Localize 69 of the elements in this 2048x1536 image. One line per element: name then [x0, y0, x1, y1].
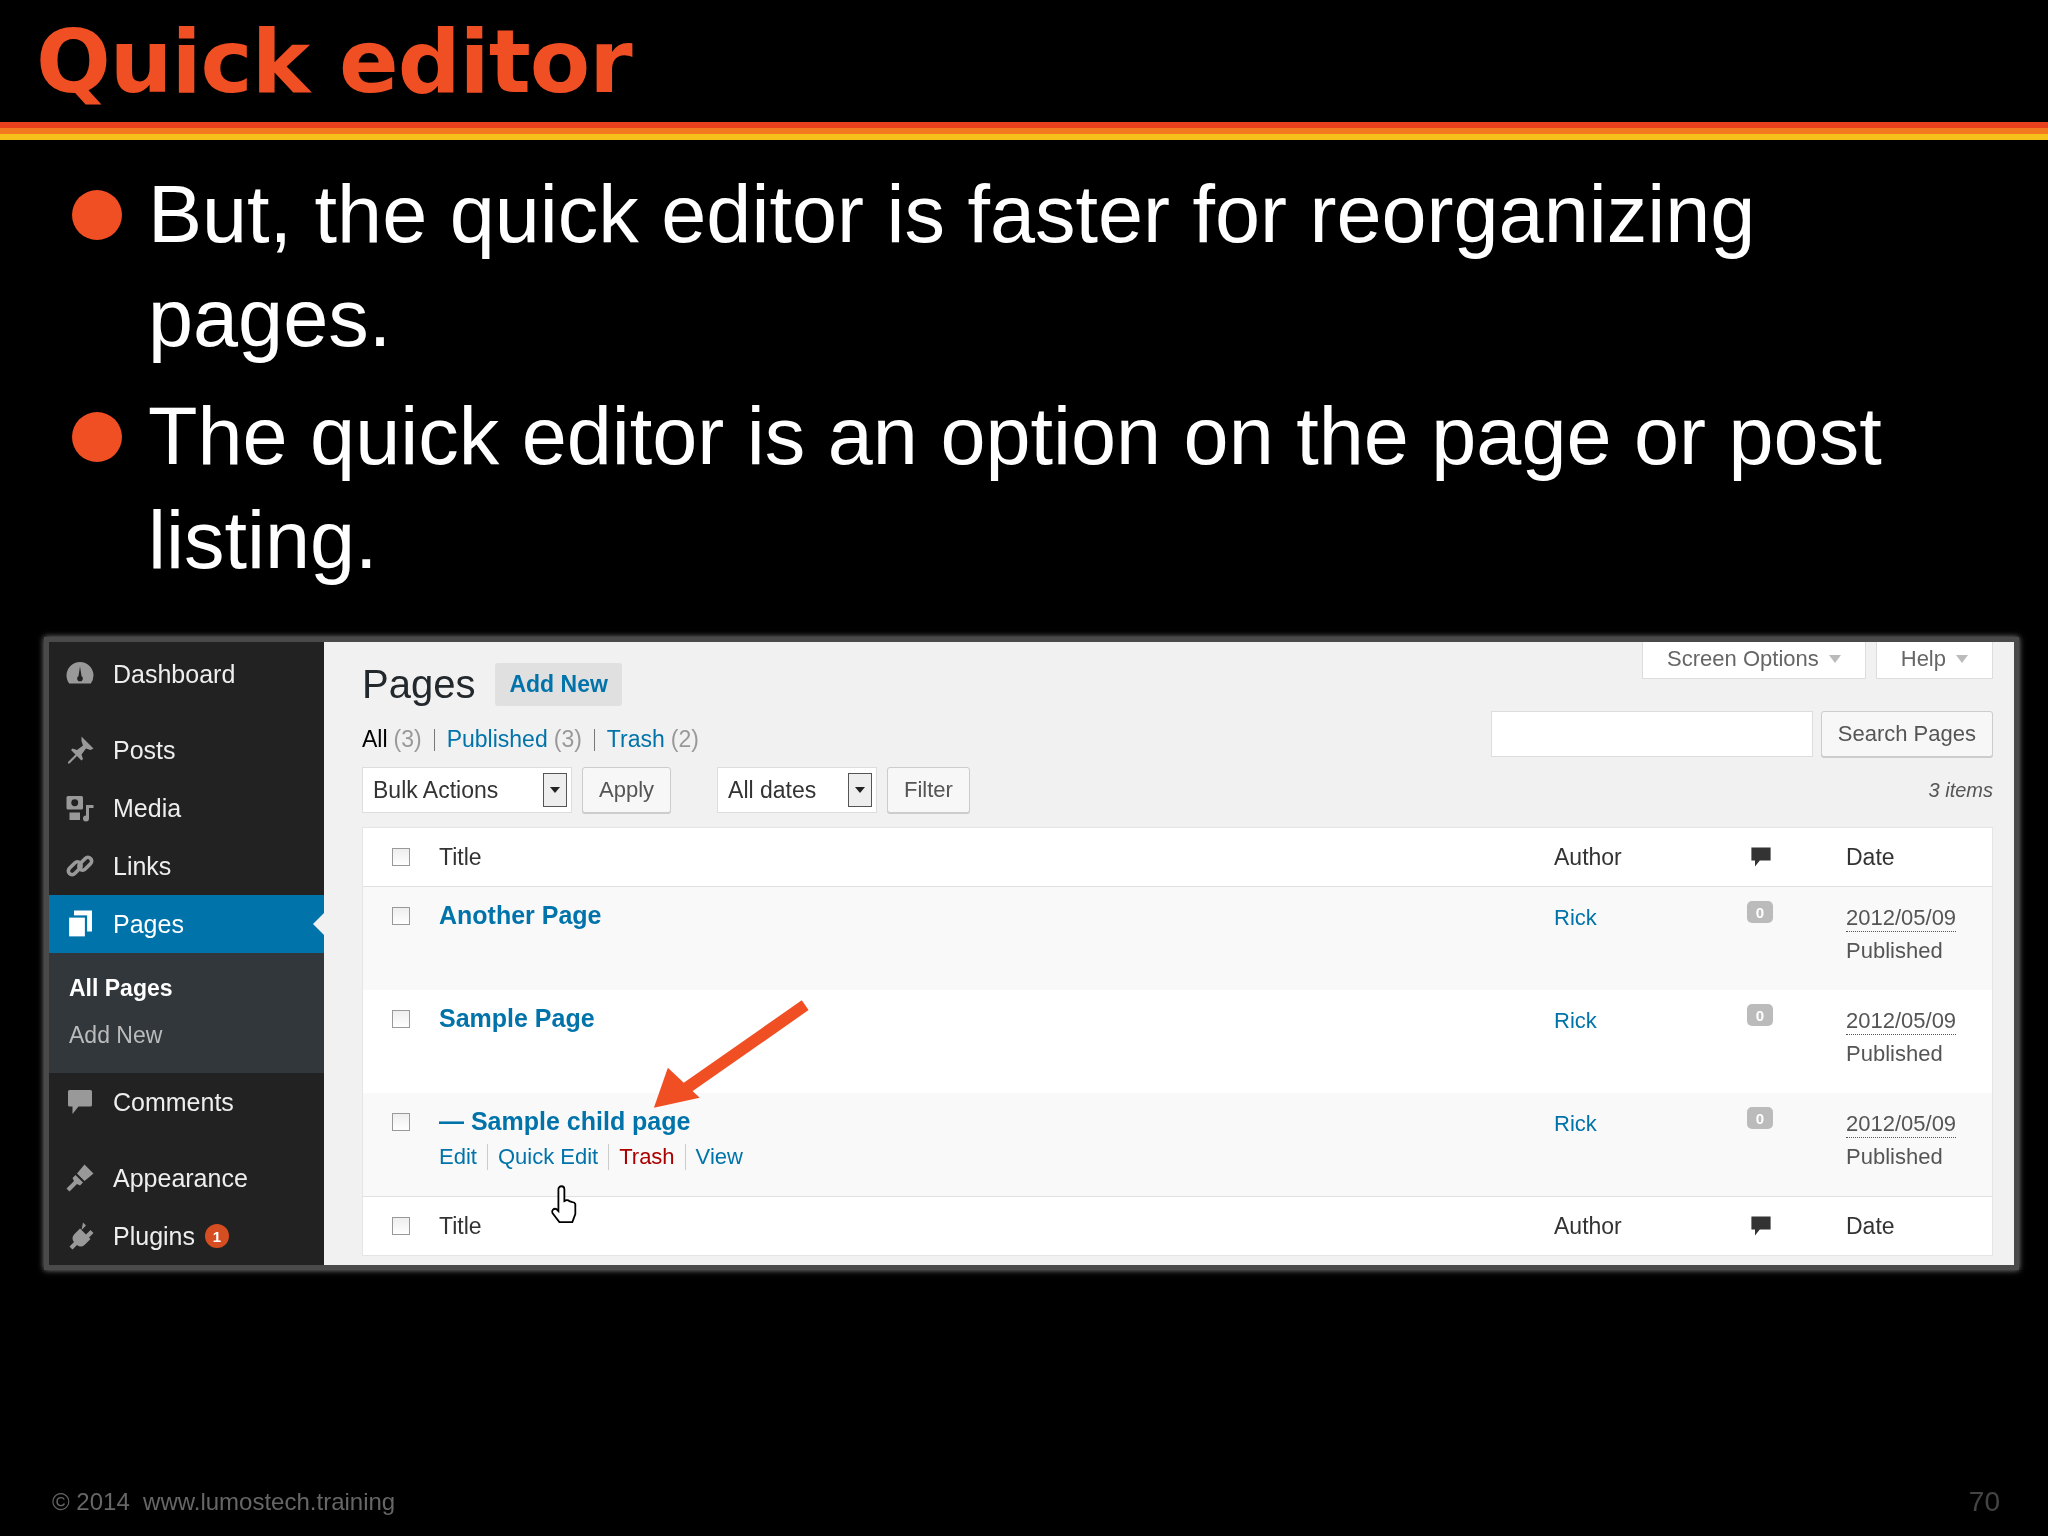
filter-link[interactable]: All (3) [362, 726, 422, 753]
status-text: Published [1846, 1144, 1943, 1170]
search-button[interactable]: Search Pages [1820, 711, 1993, 757]
author-link[interactable]: Rick [1554, 1004, 1735, 1034]
checkbox[interactable] [392, 1113, 410, 1131]
date-dropdown[interactable]: All dates [717, 767, 878, 813]
sidebar-item[interactable]: Media [49, 779, 324, 837]
pushpin-icon [65, 735, 95, 765]
sidebar-item[interactable]: Links [49, 837, 324, 895]
count-badge: 1 [205, 1224, 229, 1248]
date-text: 2012/05/09 [1846, 1008, 1957, 1035]
caret-icon [1828, 655, 1841, 663]
filter-link[interactable]: Trash (2) [606, 726, 699, 753]
column-header[interactable]: Title [439, 1212, 1554, 1240]
column-header[interactable]: Date [1846, 843, 1992, 871]
slide-title: Quick editor [36, 9, 632, 113]
menu-pointer [313, 913, 324, 935]
column-header[interactable]: Author [1554, 1212, 1735, 1240]
item-count: 3 items [1928, 778, 1993, 802]
header-tab[interactable]: Screen Options [1642, 642, 1866, 679]
page-number: 70 [1968, 1486, 2000, 1518]
checkbox[interactable] [392, 907, 410, 925]
status-text: Published [1846, 1041, 1943, 1067]
caret-icon [855, 787, 866, 793]
row-action-link[interactable]: Edit [439, 1144, 487, 1170]
caret-icon [550, 787, 560, 793]
media-icon [65, 793, 95, 823]
column-header[interactable]: Author [1554, 843, 1735, 871]
author-link[interactable]: Rick [1554, 1107, 1735, 1137]
add-new-button[interactable]: Add New [495, 663, 622, 706]
header-tab[interactable]: Help [1875, 642, 1993, 679]
apply-button[interactable]: Apply [582, 767, 672, 813]
page-heading: Pages [362, 662, 476, 707]
date-text: 2012/05/09 [1846, 905, 1957, 932]
row-action-link[interactable]: View [684, 1144, 753, 1170]
bullet-dot [72, 412, 122, 462]
page-title-link[interactable]: — Sample child page [439, 1107, 1554, 1136]
row-action-link[interactable]: Trash [608, 1144, 685, 1170]
checkbox[interactable] [392, 1217, 410, 1235]
submenu-item[interactable]: Add New [49, 1012, 324, 1059]
submenu-item[interactable]: All Pages [49, 965, 324, 1012]
page-title-link[interactable]: Another Page [439, 901, 1554, 930]
column-header[interactable]: Date [1846, 1212, 1992, 1240]
checkbox[interactable] [392, 1010, 410, 1028]
date-text: 2012/05/09 [1846, 1111, 1957, 1138]
sidebar-item[interactable]: Plugins 1 [49, 1207, 324, 1265]
caret-icon [1956, 655, 1968, 663]
speech-bubble-icon[interactable] [1749, 845, 1773, 869]
sidebar-item[interactable]: Pages [49, 895, 324, 953]
sidebar-item[interactable]: Appearance [49, 1149, 324, 1207]
page-title-link[interactable]: Sample Page [439, 1004, 1554, 1033]
sidebar-item[interactable]: Posts [49, 721, 324, 779]
row-action-link[interactable]: Quick Edit [486, 1144, 609, 1170]
sidebar-item[interactable]: Comments [49, 1073, 324, 1131]
filter-link[interactable]: Published (3) [446, 726, 582, 753]
bulk-actions-dropdown[interactable]: Bulk Actions [362, 767, 572, 813]
search-field[interactable] [1490, 711, 1813, 757]
column-header[interactable]: Title [439, 843, 1554, 871]
speech-bubble-icon[interactable] [1749, 1214, 1773, 1238]
bullet-text: The quick editor is an option on the page or post listing. [148, 390, 1883, 587]
filter-button[interactable]: Filter [887, 767, 970, 813]
bullet-dot [72, 190, 122, 240]
status-text: Published [1846, 938, 1943, 964]
author-link[interactable]: Rick [1554, 901, 1735, 931]
paintbrush-icon [65, 1163, 95, 1193]
sidebar-item[interactable]: Dashboard [49, 645, 324, 703]
bullet-text: But, the quick editor is faster for reorganizing pages. [148, 168, 1757, 365]
checkbox[interactable] [392, 848, 410, 866]
footer-text: © 2014 www.lumostech.training [52, 1488, 396, 1516]
